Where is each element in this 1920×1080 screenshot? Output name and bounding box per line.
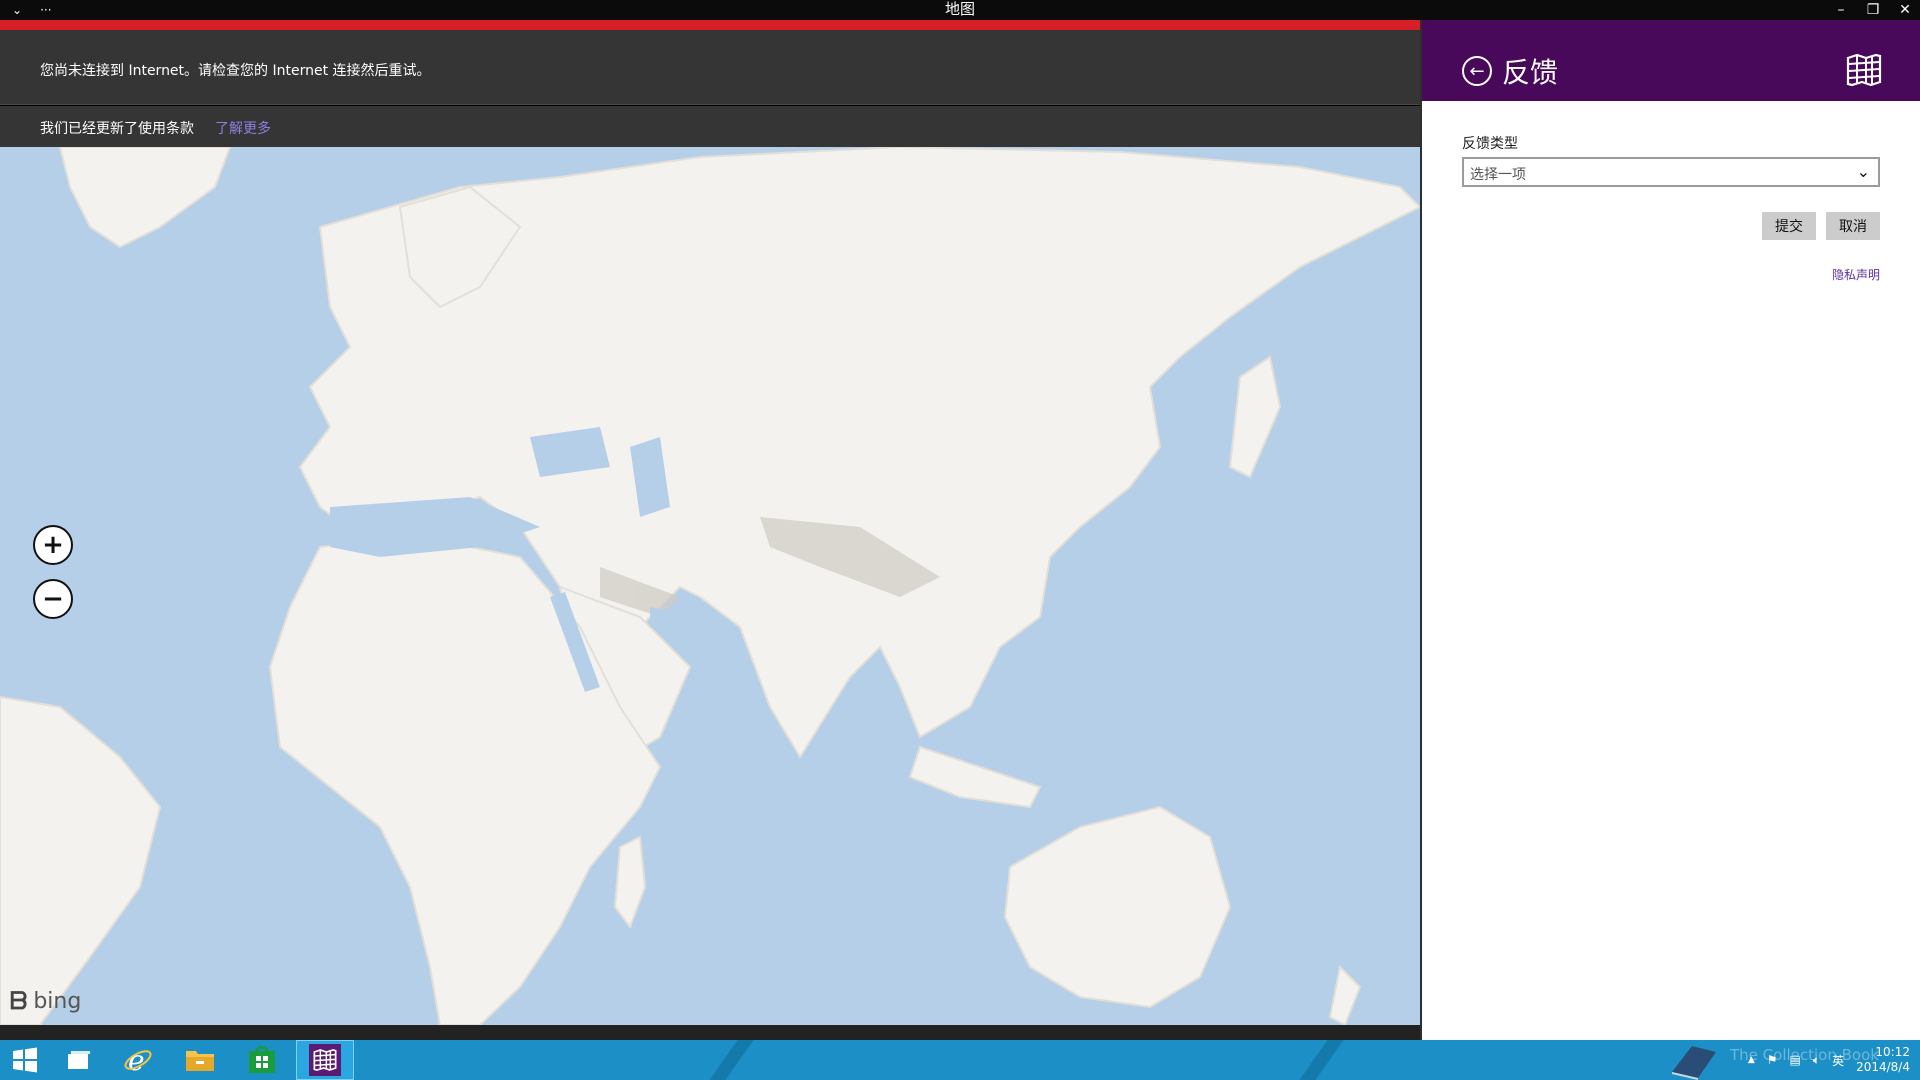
bing-b-icon: ᗷ bbox=[10, 987, 28, 1015]
privacy-statement-link[interactable]: 隐私声明 bbox=[1832, 266, 1880, 283]
world-map-graphic bbox=[0, 147, 1420, 1025]
maps-app-icon bbox=[1846, 54, 1882, 86]
taskbar-decoration bbox=[1285, 1040, 1351, 1080]
system-tray: ▲ ⚑ ▤ 🔈︎ 英 10:12 2014/8/4 bbox=[1748, 1040, 1910, 1080]
persian-gulf bbox=[650, 607, 700, 637]
ime-indicator[interactable]: 英 bbox=[1832, 1052, 1844, 1069]
new-zealand-landmass bbox=[1328, 964, 1362, 1025]
tray-overflow-icon[interactable]: ▲ bbox=[1748, 1055, 1755, 1065]
minimize-button[interactable]: – bbox=[1832, 2, 1850, 18]
window-controls: – ❐ ✕ bbox=[1832, 0, 1914, 20]
feedback-type-value: 选择一项 bbox=[1470, 167, 1526, 183]
windows-logo-icon bbox=[13, 1047, 37, 1073]
chevron-down-icon: ⌄ bbox=[1856, 162, 1870, 181]
ie-icon: e bbox=[124, 1045, 152, 1075]
back-arrow-icon[interactable]: ← bbox=[1462, 56, 1492, 86]
feedback-header: ← 反馈 bbox=[1422, 20, 1920, 101]
app-bottom-edge bbox=[0, 1025, 1420, 1040]
error-accent-bar bbox=[0, 20, 1420, 30]
australia-landmass bbox=[1003, 805, 1232, 1009]
connection-notice-text: 您尚未连接到 Internet。请检查您的 Internet 连接然后重试。 bbox=[40, 63, 431, 79]
terms-banner: 我们已经更新了使用条款 了解更多 bbox=[0, 106, 1420, 147]
indonesia-landmass bbox=[908, 745, 1042, 809]
start-button[interactable] bbox=[0, 1040, 50, 1080]
clock[interactable]: 10:12 2014/8/4 bbox=[1856, 1045, 1910, 1075]
feedback-pane: ← 反馈 反馈类型 选择一项 ⌄ 提交 取消 隐私声明 bbox=[1420, 20, 1920, 1040]
taskbar-decoration bbox=[695, 1040, 761, 1080]
clock-time: 10:12 bbox=[1875, 1045, 1910, 1059]
zoom-in-button[interactable]: + bbox=[33, 525, 73, 565]
japan-landmass bbox=[1228, 355, 1282, 479]
connection-notice: 您尚未连接到 Internet。请检查您的 Internet 连接然后重试。 bbox=[0, 30, 1420, 105]
title-bar: ⌄ ··· 地图 – ❐ ✕ bbox=[0, 0, 1920, 20]
bing-logo: ᗷ bing bbox=[10, 987, 81, 1015]
zoom-out-button[interactable]: − bbox=[33, 579, 73, 619]
file-explorer-button[interactable] bbox=[175, 1040, 225, 1080]
maps-button[interactable] bbox=[296, 1040, 354, 1080]
south-america-landmass bbox=[0, 695, 162, 1025]
feedback-title: 反馈 bbox=[1502, 56, 1559, 89]
submit-button[interactable]: 提交 bbox=[1762, 212, 1816, 240]
maps-tile bbox=[309, 1044, 341, 1076]
restore-button[interactable]: ❐ bbox=[1864, 2, 1882, 18]
volume-icon[interactable]: 🔈︎ bbox=[1813, 1053, 1820, 1068]
store-icon bbox=[249, 1046, 275, 1073]
window-title: 地图 bbox=[944, 0, 975, 18]
action-center-flag-icon[interactable]: ⚑ bbox=[1767, 1053, 1778, 1067]
greenland-landmass bbox=[58, 147, 232, 249]
window-icon bbox=[68, 1051, 90, 1069]
bing-wordmark: bing bbox=[33, 988, 82, 1014]
folder-icon bbox=[186, 1051, 214, 1071]
store-button[interactable] bbox=[237, 1040, 287, 1080]
feedback-type-label: 反馈类型 bbox=[1462, 136, 1518, 152]
maps-app-icon bbox=[313, 1049, 337, 1071]
map-canvas[interactable]: + − ᗷ bing bbox=[0, 147, 1420, 1025]
madagascar-landmass bbox=[613, 835, 647, 930]
screen: ⌄ ··· 地图 – ❐ ✕ 您尚未连接到 Internet。请检查您的 Int… bbox=[0, 0, 1920, 1080]
svg-text:e: e bbox=[128, 1045, 145, 1075]
cancel-button[interactable]: 取消 bbox=[1826, 212, 1880, 240]
feedback-type-select[interactable]: 选择一项 ⌄ bbox=[1462, 157, 1880, 187]
learn-more-link[interactable]: 了解更多 bbox=[215, 118, 271, 138]
taskbar: e The Collection Book ▲ ⚑ ▤ 🔈︎ 英 10:12 2… bbox=[0, 1040, 1920, 1080]
clock-date: 2014/8/4 bbox=[1856, 1060, 1910, 1074]
task-view-button[interactable] bbox=[54, 1040, 104, 1080]
maps-app: 您尚未连接到 Internet。请检查您的 Internet 连接然后重试。 我… bbox=[0, 20, 1420, 1040]
close-button[interactable]: ✕ bbox=[1896, 2, 1914, 18]
terms-text: 我们已经更新了使用条款 bbox=[40, 121, 194, 137]
internet-explorer-button[interactable]: e bbox=[113, 1040, 163, 1080]
network-icon[interactable]: ▤ bbox=[1790, 1053, 1801, 1067]
book-icon bbox=[1672, 1046, 1716, 1080]
